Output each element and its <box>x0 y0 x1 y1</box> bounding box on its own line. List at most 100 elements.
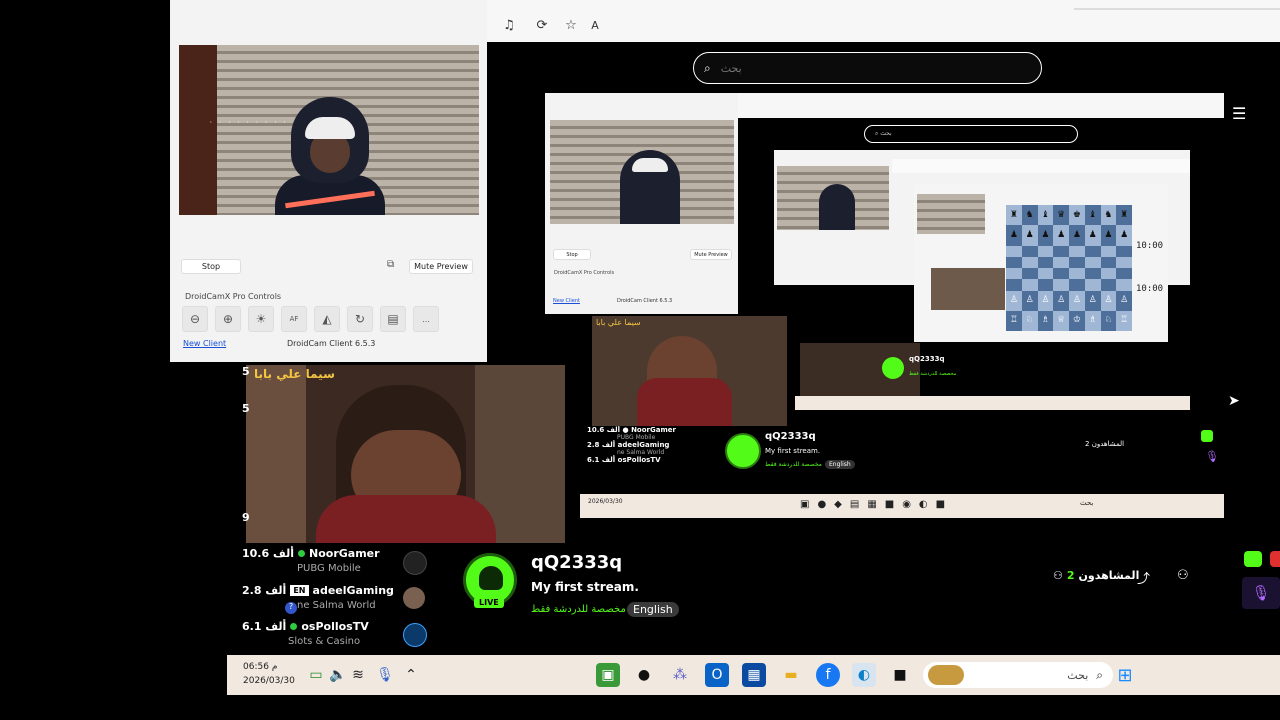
favorite-star-icon[interactable]: ☆ <box>562 16 580 34</box>
chess-square[interactable] <box>1006 279 1022 291</box>
chess-square[interactable]: ♚ <box>1069 205 1085 226</box>
video-player[interactable]: سيما علي بابا <box>246 365 565 543</box>
chess-square[interactable]: ♖ <box>1006 310 1022 331</box>
chess-square[interactable]: ♙ <box>1100 290 1117 311</box>
chess-square[interactable]: ♝ <box>1037 205 1054 226</box>
windows-start-icon[interactable]: ⊞ <box>1113 663 1137 687</box>
chess-square[interactable] <box>1116 245 1132 257</box>
chess-square[interactable]: ♞ <box>1100 205 1117 226</box>
chess-square[interactable] <box>1021 256 1038 268</box>
chess-square[interactable] <box>1069 245 1085 257</box>
chess-square[interactable] <box>1006 256 1022 268</box>
follow-icon[interactable]: ⚇ <box>1177 568 1189 583</box>
chess-square[interactable] <box>1053 279 1069 291</box>
wifi-icon[interactable]: ≋ <box>346 663 370 687</box>
chess-square[interactable] <box>1116 279 1132 291</box>
facebook-icon[interactable]: f <box>816 663 840 687</box>
chess-square[interactable] <box>1053 268 1069 280</box>
chess-square[interactable]: ♔ <box>1069 310 1085 331</box>
chess-square[interactable] <box>1116 256 1132 268</box>
search-bar[interactable]: ⌕ <box>693 52 1042 84</box>
chess-square[interactable]: ♗ <box>1037 310 1054 331</box>
zoom-in-icon[interactable]: ⊕ <box>215 306 241 332</box>
chess-square[interactable] <box>1037 268 1054 280</box>
chess-square[interactable] <box>1069 268 1085 280</box>
media-icon[interactable]: ♫ <box>500 16 518 34</box>
chess-square[interactable]: ♙ <box>1116 290 1132 311</box>
chess-square[interactable]: ♙ <box>1053 290 1069 311</box>
channel-name[interactable]: qQ2333q <box>531 552 622 573</box>
chess-square[interactable]: ♘ <box>1100 310 1117 331</box>
chat-icon[interactable] <box>1244 551 1262 567</box>
chess-square[interactable] <box>1100 268 1117 280</box>
recommended-item[interactable]: 10.6 ألف NoorGamer <box>242 547 380 560</box>
edge-icon[interactable]: ◐ <box>852 663 876 687</box>
brightness-icon[interactable]: ☀ <box>248 306 274 332</box>
file-explorer-icon[interactable]: ▬ <box>779 663 803 687</box>
chess-square[interactable] <box>1100 279 1117 291</box>
mic-small-icon[interactable]: 🎙 <box>1205 450 1219 463</box>
share-icon[interactable]: ⤴ <box>1137 568 1150 587</box>
new-client-link[interactable]: New Client <box>183 339 226 348</box>
chess-square[interactable]: ♟ <box>1116 225 1132 246</box>
chess-square[interactable] <box>1053 256 1069 268</box>
menu-icon[interactable]: ☰ <box>1232 104 1246 123</box>
zoom-out-icon[interactable]: ⊖ <box>182 306 208 332</box>
recommended-item[interactable]: 2.8 ألف EN adeelGaming <box>242 584 394 597</box>
chess-square[interactable]: ♟ <box>1006 225 1022 246</box>
streamer-avatar[interactable] <box>403 623 427 647</box>
stop-button[interactable]: Stop <box>181 259 241 274</box>
chess-square[interactable] <box>1100 256 1117 268</box>
rotate-icon[interactable]: ↻ <box>347 306 373 332</box>
autofocus-button[interactable]: AF <box>281 306 307 332</box>
mic-tray-icon[interactable]: 🎙 <box>373 663 397 687</box>
android-app-icon[interactable]: ▣ <box>596 663 620 687</box>
chevron-up-icon[interactable]: ⌃ <box>399 663 423 687</box>
chess-square[interactable]: ♟ <box>1037 225 1054 246</box>
help-icon[interactable]: ? <box>285 602 297 614</box>
chess-square[interactable] <box>1021 245 1038 257</box>
teams-icon[interactable]: ⁂ <box>668 663 692 687</box>
chess-square[interactable] <box>1037 279 1054 291</box>
more-icon[interactable]: … <box>413 306 439 332</box>
chess-square[interactable]: ♟ <box>1100 225 1117 246</box>
chess-square[interactable] <box>1037 245 1054 257</box>
copy-icon[interactable]: ⧉ <box>387 259 401 272</box>
chess-square[interactable]: ♟ <box>1069 225 1085 246</box>
language-tag[interactable]: English <box>627 602 679 617</box>
chess-square[interactable] <box>1069 256 1085 268</box>
chess-square[interactable] <box>1006 268 1022 280</box>
outlook-icon[interactable]: O <box>705 663 729 687</box>
recommended-item[interactable]: 6.1 ألف osPollosTV <box>242 620 369 633</box>
chess-square[interactable]: ♟ <box>1021 225 1038 246</box>
chess-board[interactable]: ♜ ♞ ♝ ♛ ♚ ♝ ♞ ♜ ♟ ♟ ♟ ♟ ♟ ♟ ♟ ♟ ♙ ♙ ♙ ♙ ♙ ♙ ♙ ♙ ♖ ♘ ♗ ♕ ♔ ♗ ♘ ♖ <box>1006 205 1132 331</box>
chess-square[interactable] <box>1084 279 1101 291</box>
chess-square[interactable]: ♖ <box>1116 310 1132 331</box>
chess-square[interactable] <box>1021 279 1038 291</box>
store-icon[interactable]: ▦ <box>742 663 766 687</box>
chess-square[interactable] <box>1069 279 1085 291</box>
chess-square[interactable]: ♙ <box>1037 290 1054 311</box>
chess-square[interactable] <box>1084 268 1101 280</box>
chess-square[interactable]: ♛ <box>1053 205 1069 226</box>
chess-square[interactable]: ♙ <box>1021 290 1038 311</box>
chess-square[interactable]: ♙ <box>1069 290 1085 311</box>
chess-square[interactable] <box>1116 268 1132 280</box>
chess-square[interactable] <box>1053 245 1069 257</box>
chess-square[interactable]: ♝ <box>1084 205 1101 226</box>
chess-square[interactable] <box>1084 245 1101 257</box>
streamer-avatar[interactable] <box>403 587 425 609</box>
chess-square[interactable]: ♞ <box>1021 205 1038 226</box>
chess-square[interactable]: ♙ <box>1084 290 1101 311</box>
obs-icon[interactable]: ● <box>632 663 656 687</box>
chess-square[interactable]: ♟ <box>1053 225 1069 246</box>
settings-icon[interactable]: ▤ <box>380 306 406 332</box>
chess-square[interactable]: ♘ <box>1021 310 1038 331</box>
microphone-icon[interactable]: 🎙 <box>1242 577 1280 609</box>
chess-square[interactable]: ♕ <box>1053 310 1069 331</box>
chess-square[interactable]: ♟ <box>1084 225 1101 246</box>
chess-square[interactable] <box>1084 256 1101 268</box>
streamer-avatar[interactable] <box>403 551 427 575</box>
chess-square[interactable] <box>1037 256 1054 268</box>
chess-square[interactable] <box>1021 268 1038 280</box>
